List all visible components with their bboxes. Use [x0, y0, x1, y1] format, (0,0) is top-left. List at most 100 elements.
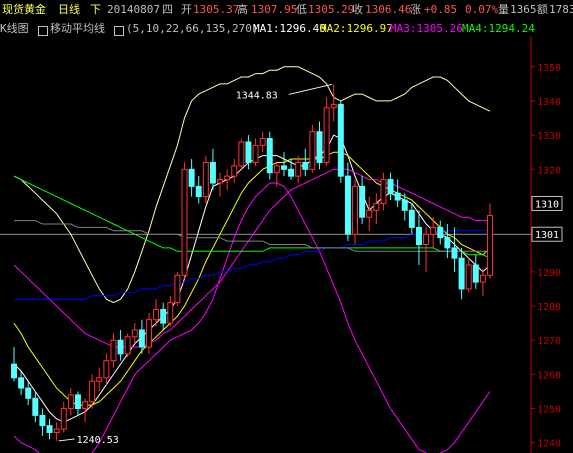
y-tick-label: 1280 — [537, 302, 561, 313]
candle-body-down — [344, 175, 351, 235]
candle-body-up — [259, 138, 266, 146]
candle-body-down — [209, 161, 216, 184]
candle-body-up — [252, 144, 259, 163]
annotations: 1344.83 1240.53 — [58, 83, 332, 446]
y-tick-label: 1330 — [537, 131, 561, 142]
candle-body-up — [167, 302, 174, 324]
candle-body-down — [280, 165, 287, 170]
change-percent: 0.07% — [465, 3, 499, 16]
last-price-label: 1310 — [535, 199, 559, 210]
candle-body-up — [60, 408, 67, 430]
candle-body-up — [103, 360, 110, 379]
low-annotation: 1240.53 — [77, 435, 119, 446]
boll-upper-line — [13, 66, 491, 304]
candle-body-up — [330, 103, 337, 109]
high-annotation: 1344.83 — [236, 90, 278, 101]
candle-body-down — [18, 377, 25, 389]
bar-date: 20140807 — [107, 3, 160, 16]
high-pointer — [288, 83, 332, 95]
moving-average-lines — [13, 134, 491, 423]
candle-body-up — [373, 202, 380, 211]
candle-body-up — [110, 339, 117, 362]
volume-value: 1365 — [510, 3, 537, 16]
candle-body-down — [25, 387, 32, 399]
indicator-bar: K线图 移动平均线 (5,10,22,66,135,270) MA1:1296.… — [0, 20, 573, 36]
ma-params: (5,10,22,66,135,270) — [126, 22, 259, 35]
candle-body-down — [188, 168, 195, 187]
candle-body-up — [231, 165, 238, 177]
high-label: 高 — [237, 3, 248, 16]
ma4-value: MA4:1294.24 — [462, 22, 535, 35]
candle-body-down — [74, 394, 81, 410]
candle-body-down — [11, 363, 17, 379]
ma2-line — [13, 151, 491, 406]
candle-body-down — [451, 247, 458, 259]
candle-body-up — [309, 131, 316, 170]
candle-body-up — [145, 319, 152, 348]
instrument-title[interactable]: 现货黄金 — [2, 3, 46, 16]
ma2-value: MA2:1296.97 — [320, 22, 393, 35]
candle-body-down — [266, 138, 273, 174]
ma-label[interactable]: 移动平均线 — [50, 22, 105, 35]
candle-body-down — [458, 257, 465, 290]
amount-value: 1783 — [549, 3, 573, 16]
candle-body-down — [437, 226, 444, 239]
ma1-line — [13, 134, 491, 423]
candle-body-down — [46, 425, 53, 433]
candle-body-down — [117, 339, 124, 355]
candle-body-down — [401, 199, 408, 211]
candle-body-up — [202, 161, 209, 198]
candle-body-down — [387, 179, 394, 194]
candle-body-up — [96, 377, 103, 382]
close-value: 1306.46 — [365, 3, 412, 16]
close-label: 收 — [352, 3, 363, 16]
kline-label[interactable]: K线图 — [0, 22, 29, 35]
candle-body-up — [82, 401, 89, 410]
candle-body-down — [32, 397, 39, 416]
candle-body-up — [479, 274, 486, 283]
candle-body-down — [160, 308, 167, 324]
y-tick-label: 1240 — [537, 439, 561, 450]
candle-body-down — [39, 414, 46, 427]
candle-body-up — [217, 179, 224, 184]
candle-body-up — [295, 161, 302, 177]
y-tick-label: 1260 — [537, 370, 561, 381]
candle-body-up — [67, 394, 74, 410]
open-value: 1305.37 — [193, 3, 240, 16]
candle-body-up — [174, 274, 181, 304]
y-tick-label: 1290 — [537, 268, 561, 279]
bar-weekday: 四 — [162, 3, 173, 16]
candle-body-up — [465, 264, 472, 290]
candle-body-down — [415, 226, 422, 245]
candle-body-up — [430, 226, 437, 235]
candle-body-up — [423, 233, 430, 245]
period-label[interactable]: 日线 — [58, 3, 80, 16]
candle-body-down — [245, 141, 252, 163]
candle-body-up — [323, 107, 330, 163]
ma-toggle-box[interactable] — [38, 24, 48, 36]
nav-label[interactable]: 下 — [90, 3, 101, 16]
candle-body-down — [408, 209, 415, 228]
candle-body-down — [394, 192, 401, 201]
candle-body-up — [181, 168, 188, 276]
candle-body-up — [366, 209, 373, 218]
candle-body-down — [444, 237, 451, 249]
candle-body-up — [89, 380, 96, 403]
y-tick-label: 1270 — [537, 336, 561, 347]
current-price-label: 1301 — [535, 230, 559, 241]
y-tick-label: 1320 — [537, 165, 561, 176]
open-label: 开 — [181, 3, 192, 16]
candle-body-up — [124, 336, 131, 355]
price-chart[interactable]: 1344.83 1240.53 1240 1250 1260 1270 1280 1290 1… — [0, 0, 573, 453]
volume-label: 量 — [498, 3, 509, 16]
candle-body-down — [359, 185, 366, 218]
candle-body-down — [288, 168, 295, 177]
y-tick-label: 1340 — [537, 97, 561, 108]
ma3-value: MA3:1305.26 — [390, 22, 463, 35]
quote-header: 现货黄金 日线 下 20140807 四 开 1305.37 高 1307.95… — [0, 0, 573, 20]
ma-params-box[interactable] — [114, 24, 124, 36]
change-value: +0.85 — [424, 3, 458, 16]
candle-body-up — [53, 428, 60, 433]
low-pointer — [58, 438, 75, 442]
candle-body-up — [487, 215, 493, 276]
